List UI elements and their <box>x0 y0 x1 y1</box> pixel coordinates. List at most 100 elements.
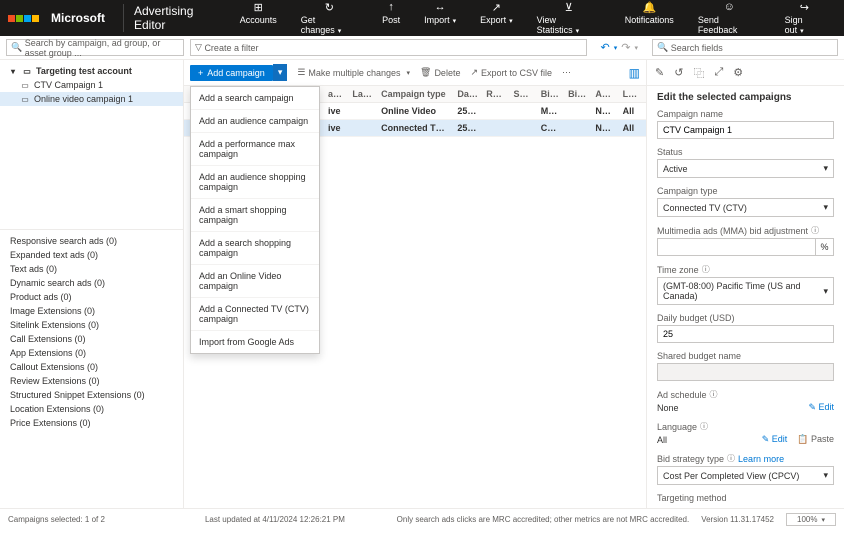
more-button[interactable]: ⋯ <box>562 67 571 78</box>
undo-icon[interactable]: ↶ <box>601 41 610 54</box>
nav-label: Notifications <box>625 15 674 25</box>
redo-chevron-icon[interactable]: ▾ <box>634 44 638 52</box>
tree-root-label: Targeting test account <box>36 66 132 76</box>
campaign-name-label: Campaign name <box>657 109 834 119</box>
nav-notifications[interactable]: 🔔Notifications <box>613 0 686 39</box>
entity-item[interactable]: Text ads (0) <box>0 262 183 276</box>
nav-import[interactable]: ↔Import▾ <box>412 0 468 39</box>
language-value: All <box>657 435 667 445</box>
edit-multi-icon: ☰ <box>297 67 305 78</box>
columns-button[interactable]: ▥ <box>629 66 640 80</box>
entity-item[interactable]: App Extensions (0) <box>0 346 183 360</box>
entity-item[interactable]: Dynamic search ads (0) <box>0 276 183 290</box>
zoom-control[interactable]: 100% ▾ <box>786 513 836 526</box>
revert-tool-icon[interactable]: ↺ <box>674 66 683 79</box>
export-csv-button[interactable]: ↗ Export to CSV file <box>470 67 552 78</box>
entity-item[interactable]: Sitelink Extensions (0) <box>0 318 183 332</box>
entity-item[interactable]: Responsive search ads (0) <box>0 234 183 248</box>
search-fields-input[interactable]: 🔍 Search fields <box>652 39 838 56</box>
col-ad-sched[interactable]: Ad s... <box>591 89 618 99</box>
col-bid-adj[interactable]: Bid a... <box>564 89 591 99</box>
nav-get-changes[interactable]: ↻Get changes▾ <box>289 0 370 39</box>
info-icon[interactable]: ⓘ <box>727 453 735 464</box>
language-label: Languageⓘ <box>657 421 834 432</box>
dropdown-item[interactable]: Import from Google Ads <box>191 331 319 353</box>
col-status[interactable]: atus <box>324 89 348 99</box>
nav-post[interactable]: ↑Post <box>370 0 412 39</box>
entity-item[interactable]: Image Extensions (0) <box>0 304 183 318</box>
budget-input[interactable] <box>657 325 834 343</box>
nav-accounts[interactable]: ⊞Accounts <box>228 0 289 39</box>
add-campaign-caret[interactable]: ▾ <box>273 64 288 81</box>
nav-export[interactable]: ↗Export▾ <box>468 0 525 39</box>
entity-item[interactable]: Price Extensions (0) <box>0 416 183 430</box>
make-multiple-changes[interactable]: ☰ Make multiple changes ▾ <box>297 67 410 78</box>
entity-item[interactable]: Callout Extensions (0) <box>0 360 183 374</box>
entity-item[interactable]: Product ads (0) <box>0 290 183 304</box>
col-reco[interactable]: Reco... <box>482 89 509 99</box>
dropdown-item[interactable]: Add a performance max campaign <box>191 133 319 166</box>
paste-language-link[interactable]: 📋 Paste <box>797 434 834 444</box>
tree-campaign[interactable]: ▭CTV Campaign 1 <box>0 78 183 92</box>
status-select[interactable]: Active ▾ <box>657 159 834 178</box>
nav-icon: ⊻ <box>565 1 573 13</box>
timezone-select[interactable]: (GMT-08:00) Pacific Time (US and Canada)… <box>657 277 834 305</box>
col-labels[interactable]: Labels <box>348 89 377 99</box>
col-shared[interactable]: Shar... <box>509 89 536 99</box>
search-scope-input[interactable]: 🔍 Search by campaign, ad group, or asset… <box>6 39 184 56</box>
campaign-type-select[interactable]: Connected TV (CTV) ▾ <box>657 198 834 217</box>
edit-schedule-link[interactable]: ✎ Edit <box>808 402 834 413</box>
status-label: Status <box>657 147 834 157</box>
search-bar: 🔍 Search by campaign, ad group, or asset… <box>0 36 844 60</box>
bid-strategy-select[interactable]: Cost Per Completed View (CPCV) ▾ <box>657 466 834 485</box>
col-lang[interactable]: Lang... <box>619 89 646 99</box>
entity-item[interactable]: Location Extensions (0) <box>0 402 183 416</box>
shared-budget-input[interactable] <box>657 363 834 381</box>
nav-sign-out[interactable]: ↪Sign out▾ <box>773 0 836 39</box>
add-campaign-label: Add campaign <box>207 68 265 78</box>
expand-tool-icon[interactable]: ⤢ <box>714 66 723 79</box>
product-name: Advertising Editor <box>123 4 228 32</box>
add-campaign-button[interactable]: + Add campaign <box>190 65 273 81</box>
dropdown-item[interactable]: Add a search campaign <box>191 87 319 110</box>
dropdown-item[interactable]: Add an audience campaign <box>191 110 319 133</box>
dropdown-item[interactable]: Add a Connected TV (CTV) campaign <box>191 298 319 331</box>
filter-input[interactable]: ▽ Create a filter <box>190 39 587 56</box>
nav-icon: ↗ <box>492 1 501 13</box>
info-icon[interactable]: ⓘ <box>811 225 819 236</box>
tree-root[interactable]: ▾ ▭ Targeting test account <box>0 64 183 78</box>
chevron-down-icon: ▾ <box>823 286 828 297</box>
panel-title: Edit the selected campaigns <box>657 92 834 103</box>
learn-more-link[interactable]: Learn more <box>738 454 784 464</box>
nav-view-statistics[interactable]: ⊻View Statistics▾ <box>525 0 613 39</box>
edit-tool-icon[interactable]: ✎ <box>655 66 664 79</box>
dropdown-item[interactable]: Add an Online Video campaign <box>191 265 319 298</box>
info-icon[interactable]: ⓘ <box>702 264 710 275</box>
nav-send-feedback[interactable]: ☺Send Feedback <box>686 0 773 39</box>
col-campaign-type[interactable]: Campaign type <box>377 89 453 99</box>
settings-tool-icon[interactable]: ⚙ <box>733 66 743 79</box>
entity-item[interactable]: Review Extensions (0) <box>0 374 183 388</box>
campaign-name-input[interactable] <box>657 121 834 139</box>
copy-tool-icon[interactable]: ⿻ <box>693 65 704 81</box>
entity-item[interactable]: Structured Snippet Extensions (0) <box>0 388 183 402</box>
search-icon: 🔍 <box>657 42 668 53</box>
entity-item[interactable]: Call Extensions (0) <box>0 332 183 346</box>
info-icon[interactable]: ⓘ <box>710 389 718 400</box>
col-bid-strategy[interactable]: Bid s... <box>537 89 564 99</box>
filter-placeholder: Create a filter <box>204 43 258 53</box>
undo-chevron-icon[interactable]: ▾ <box>614 44 618 52</box>
col-daily[interactable]: Dail... <box>453 89 482 99</box>
microsoft-logo-icon <box>24 15 39 22</box>
dropdown-item[interactable]: Add an audience shopping campaign <box>191 166 319 199</box>
delete-button[interactable]: 🗑 Delete <box>420 67 460 78</box>
redo-icon[interactable]: ↷ <box>621 41 630 54</box>
info-icon[interactable]: ⓘ <box>700 421 708 432</box>
edit-language-link[interactable]: ✎ Edit <box>762 434 788 444</box>
plus-icon: + <box>198 68 203 78</box>
dropdown-item[interactable]: Add a smart shopping campaign <box>191 199 319 232</box>
tree-campaign[interactable]: ▭Online video campaign 1 <box>0 92 183 106</box>
entity-item[interactable]: Expanded text ads (0) <box>0 248 183 262</box>
mma-input[interactable] <box>657 238 816 256</box>
dropdown-item[interactable]: Add a search shopping campaign <box>191 232 319 265</box>
